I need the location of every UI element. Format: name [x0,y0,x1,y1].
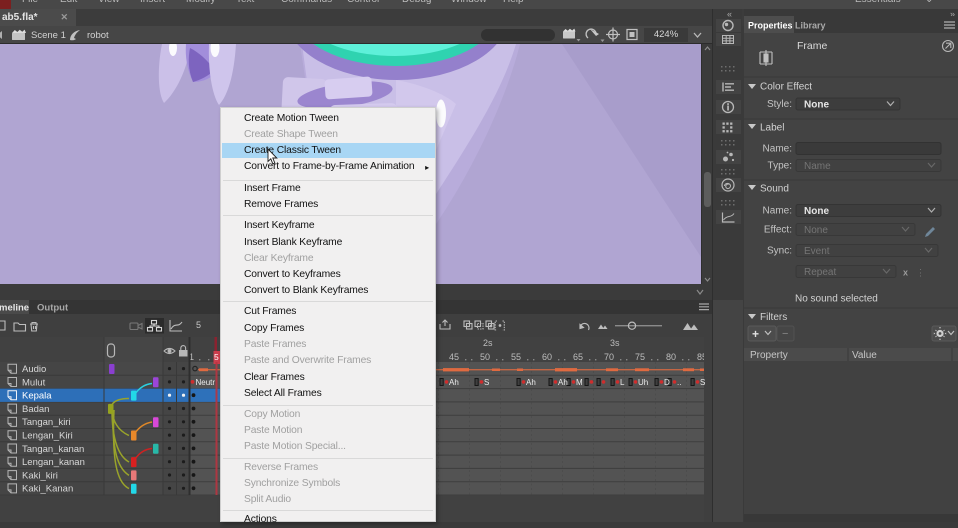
svg-text:meline: meline [0,303,29,314]
svg-text:50: 50 [480,352,490,362]
svg-text:D: D [664,378,670,387]
svg-text:S: S [700,378,705,387]
svg-text:Kepala: Kepala [22,391,52,402]
svg-text:«: « [727,9,732,19]
svg-text:Style:: Style: [767,99,792,110]
svg-text:Type:: Type: [768,161,792,172]
svg-text:Name:: Name: [763,206,792,217]
svg-text:Kaki_kiri: Kaki_kiri [22,470,58,481]
svg-text:70: 70 [604,352,614,362]
svg-text:Event: Event [804,246,830,257]
svg-text:Label: Label [760,123,784,134]
svg-text:+: + [752,327,759,341]
svg-text:Library: Library [795,21,826,31]
svg-text:Effect:: Effect: [764,225,792,236]
svg-text:Ah: Ah [449,378,459,387]
svg-text:Repeat: Repeat [804,267,836,278]
svg-text:Properties: Properties [748,21,793,31]
svg-text:Name:: Name: [763,144,792,155]
svg-text:None: None [804,225,828,236]
svg-text:Sync:: Sync: [767,246,792,257]
svg-text:Lengan_Kiri: Lengan_Kiri [22,431,73,442]
svg-text:Color Effect: Color Effect [760,82,812,93]
svg-text:Filters: Filters [760,312,787,323]
svg-text:L: L [620,378,625,387]
svg-text:Neutr: Neutr [196,378,216,387]
svg-text:S: S [484,378,489,387]
svg-text:Kaki_Kanan: Kaki_Kanan [22,484,73,495]
svg-text:..: .. [677,378,681,387]
svg-text:Sound: Sound [760,184,789,195]
svg-text:3s: 3s [610,338,620,348]
svg-text:None: None [804,206,829,217]
svg-text:⋮: ⋮ [916,268,925,278]
svg-text:80: 80 [666,352,676,362]
svg-text:Audio: Audio [22,364,46,375]
svg-text:65: 65 [573,352,583,362]
svg-text:Name: Name [804,161,831,172]
svg-text:75: 75 [635,352,645,362]
svg-text:Tangan_kanan: Tangan_kanan [22,444,84,455]
svg-text:2s: 2s [483,338,493,348]
svg-text:Badan: Badan [22,404,49,415]
svg-text:45: 45 [449,352,459,362]
svg-text:Ah: Ah [526,378,536,387]
svg-text:−: − [782,328,788,340]
svg-text:60: 60 [542,352,552,362]
svg-text:Ah: Ah [558,378,568,387]
svg-text:5: 5 [196,320,201,330]
svg-text:Frame: Frame [797,40,827,52]
svg-text:Tangan_kiri: Tangan_kiri [22,417,71,428]
svg-text:None: None [804,100,829,111]
svg-text:Output: Output [37,303,69,314]
svg-text:M: M [576,378,583,387]
svg-text:Uh: Uh [638,378,648,387]
svg-text:Lengan_kanan: Lengan_kanan [22,457,85,468]
svg-text:55: 55 [511,352,521,362]
svg-text:Value: Value [852,350,877,361]
svg-text:Property: Property [750,350,788,361]
svg-text:x: x [903,268,908,278]
svg-text:Mulut: Mulut [22,377,46,388]
svg-text:No sound selected: No sound selected [795,294,878,305]
svg-text:5: 5 [214,352,219,362]
